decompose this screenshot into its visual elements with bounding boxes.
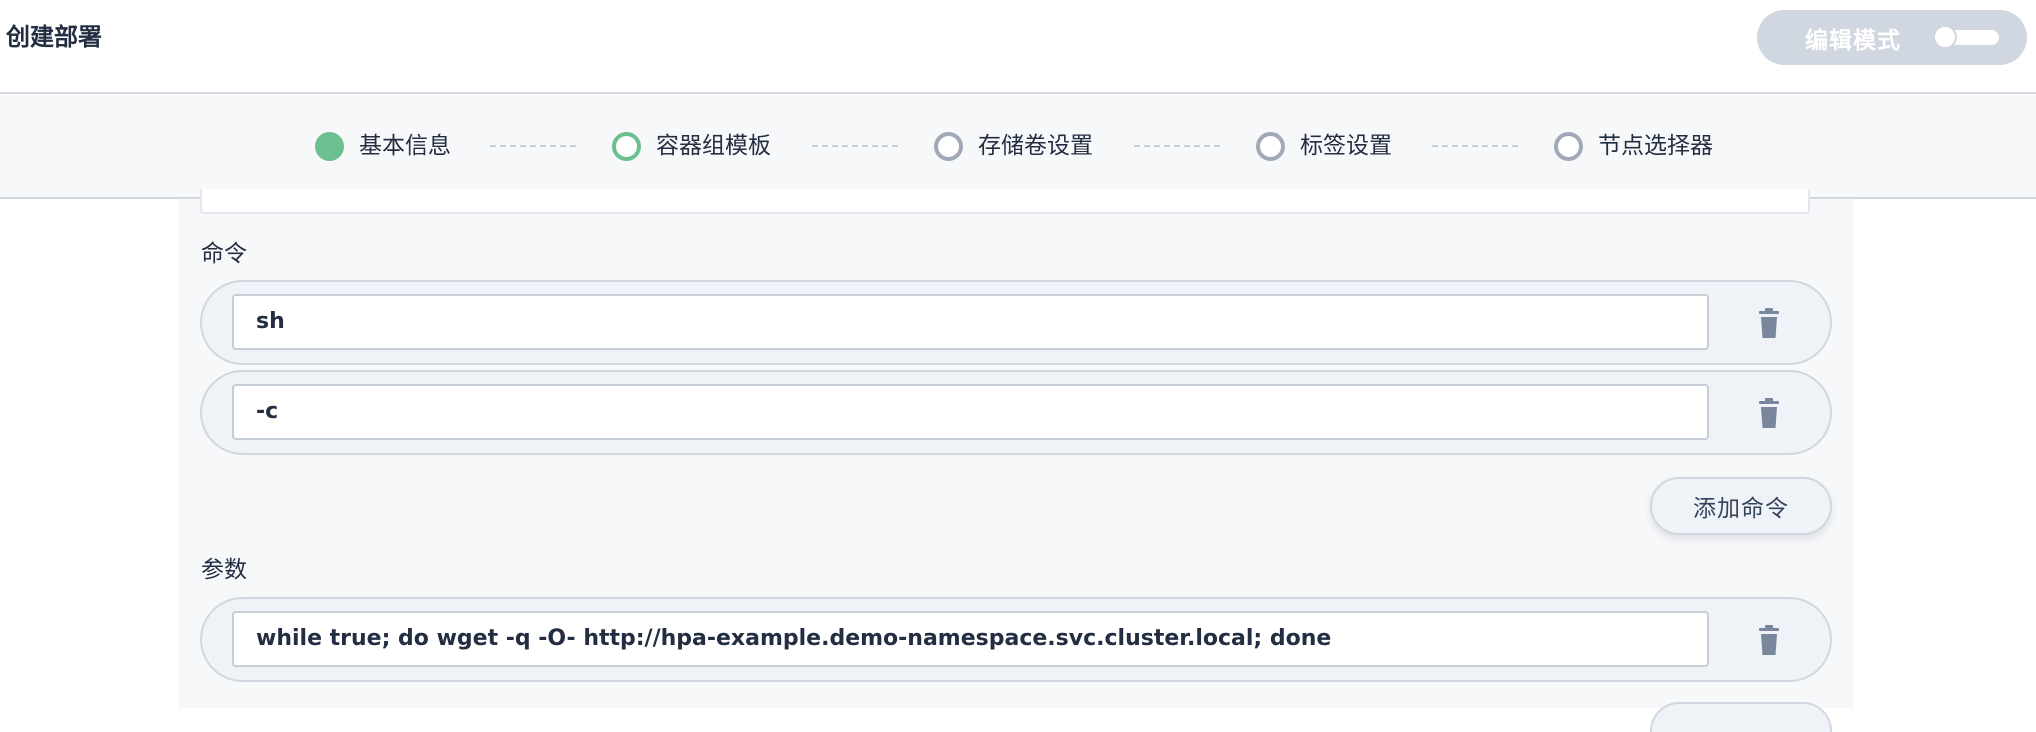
command-input[interactable]: -c [232,384,1709,440]
toggle-track[interactable] [1933,25,1999,49]
step-active-icon [612,131,641,161]
trash-icon[interactable] [1754,625,1784,657]
step-label: 容器组模板 [656,133,771,159]
command-input[interactable]: sh [232,294,1709,350]
step-basic-info[interactable]: 基本信息 [315,131,451,161]
step-label: 存储卷设置 [978,133,1093,159]
trash-icon[interactable] [1754,398,1784,430]
page-title: 创建部署 [6,23,102,51]
command-row: -c [200,370,1832,455]
step-volume-settings[interactable]: 存储卷设置 [934,131,1093,161]
command-row: sh [200,280,1832,365]
args-row: while true; do wget -q -O- http://hpa-ex… [200,597,1832,682]
container-form-panel: 命令 sh -c 添加命令 参数 while true; do wget -q … [178,189,1854,732]
command-section-label: 命令 [201,241,247,267]
step-node-selector[interactable]: 节点选择器 [1554,131,1713,161]
add-command-button[interactable]: 添加命令 [1650,477,1832,535]
edit-mode-switch[interactable]: 编辑模式 [1757,10,2027,65]
args-input[interactable]: while true; do wget -q -O- http://hpa-ex… [232,611,1709,667]
step-pending-icon [1256,131,1285,161]
step-separator [490,145,576,147]
edit-mode-label: 编辑模式 [1805,27,1901,54]
steps-bar: 基本信息 容器组模板 存储卷设置 标签设置 节点选择器 [0,95,2036,199]
step-label: 节点选择器 [1598,133,1713,159]
trash-icon[interactable] [1754,308,1784,340]
step-separator [1134,145,1220,147]
step-pending-icon [1554,131,1583,161]
step-pod-template[interactable]: 容器组模板 [612,131,771,161]
previous-field-input[interactable] [200,189,1810,214]
step-label: 基本信息 [359,133,451,159]
step-done-icon [315,131,344,161]
toggle-knob[interactable] [1933,25,1957,49]
step-pending-icon [934,131,963,161]
step-separator [1432,145,1518,147]
step-label: 标签设置 [1300,133,1392,159]
step-label-settings[interactable]: 标签设置 [1256,131,1392,161]
step-separator [812,145,898,147]
add-args-button[interactable] [1650,702,1832,732]
args-section-label: 参数 [201,557,247,583]
page-header: 创建部署 编辑模式 [0,0,2036,94]
